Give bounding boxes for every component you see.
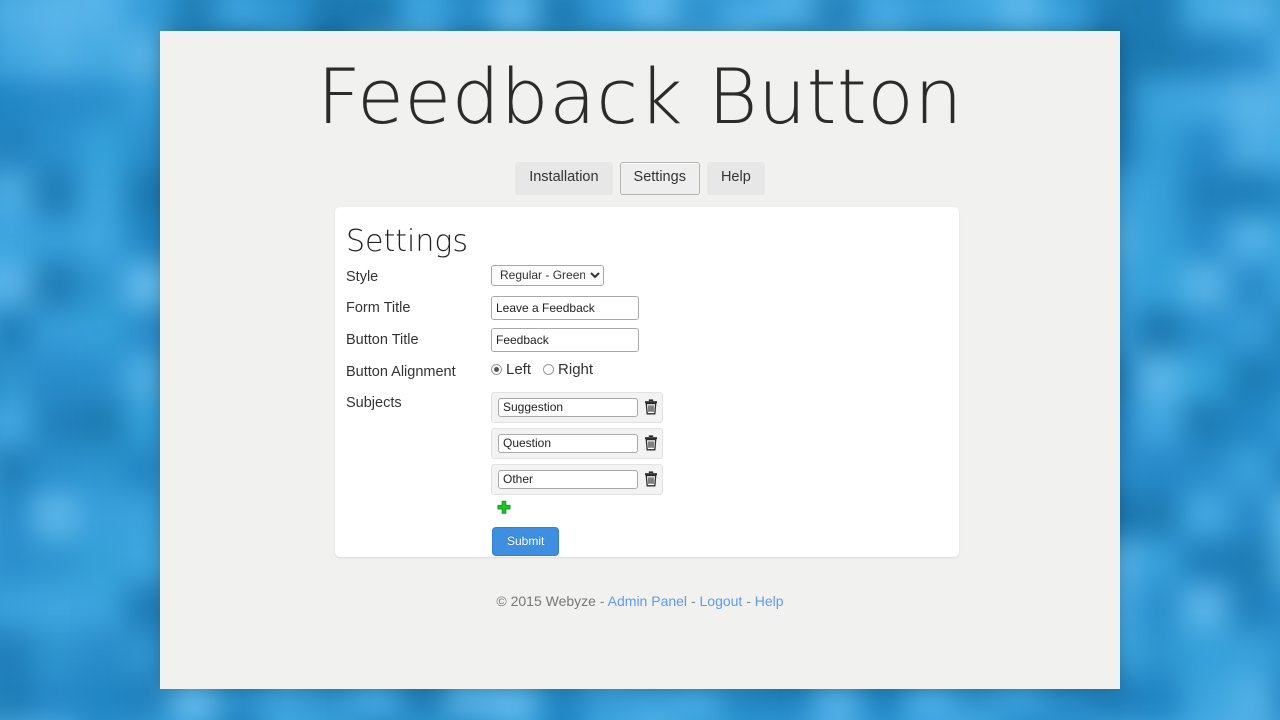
page-title: Feedback Button [317,52,963,141]
subject-row [491,391,663,423]
button-alignment-radio-group: Left Right [491,360,959,378]
subject-input[interactable] [498,397,638,417]
subjects-list: Submit [491,391,959,556]
footer-separator-2: - [690,593,696,609]
subjects-label: Subjects [346,394,402,411]
subject-input[interactable] [498,433,638,453]
tab-bar: Installation Settings Help [160,162,1120,195]
settings-panel: Settings Style Regular - Green Form Titl… [335,207,959,557]
panel-title: Settings [346,224,469,259]
style-label: Style [346,268,379,285]
plus-icon [497,500,511,514]
footer-separator-3: - [746,593,751,609]
delete-subject-button[interactable] [644,399,658,415]
footer-link-admin-panel[interactable]: Admin Panel [608,593,687,609]
add-subject-button[interactable] [496,500,512,516]
trash-icon [645,471,657,487]
screen: Feedback Button Installation Settings He… [0,0,1280,720]
settings-form: Style Regular - Green Form Title Button … [335,260,959,556]
form-title-label: Form Title [346,299,411,316]
footer-link-help[interactable]: Help [755,593,784,609]
subject-input[interactable] [498,469,638,489]
style-select[interactable]: Regular - Green [491,264,604,286]
button-title-input[interactable] [491,327,639,352]
footer-separator-1: - [599,593,605,609]
subject-row [491,463,663,495]
tab-help[interactable]: Help [706,162,765,195]
tab-installation[interactable]: Installation [515,162,613,195]
footer-copyright: © 2015 Webyze [496,593,596,609]
radio-left-label: Left [506,360,532,378]
delete-subject-button[interactable] [644,471,658,487]
radio-right-icon[interactable] [543,363,555,375]
delete-subject-button[interactable] [644,435,658,451]
subject-row [491,427,663,459]
form-title-input[interactable] [491,295,639,320]
submit-button[interactable]: Submit [492,526,560,556]
button-alignment-label: Button Alignment [346,363,456,380]
radio-option-right[interactable]: Right [543,361,599,378]
form-row-subjects: Subjects Suggestion Question Other Submi… [346,391,959,556]
form-row-style: Style Regular - Green [346,264,959,288]
radio-left-icon[interactable] [491,363,502,375]
form-row-button-alignment: Button Alignment Left Right [346,360,959,383]
radio-option-left[interactable]: Left [491,361,537,378]
footer-link-logout[interactable]: Logout [700,593,743,609]
button-title-label: Button Title [346,331,419,348]
trash-icon [645,399,657,415]
form-row-form-title: Form Title [346,295,959,320]
form-row-button-title: Button Title [346,327,959,352]
page-content-area: Feedback Button Installation Settings He… [160,31,1120,689]
radio-right-label: Right [558,360,594,378]
footer: © 2015 Webyze - Admin Panel - Logout - H… [160,593,1120,609]
tab-settings[interactable]: Settings [619,162,700,195]
trash-icon [645,435,657,451]
